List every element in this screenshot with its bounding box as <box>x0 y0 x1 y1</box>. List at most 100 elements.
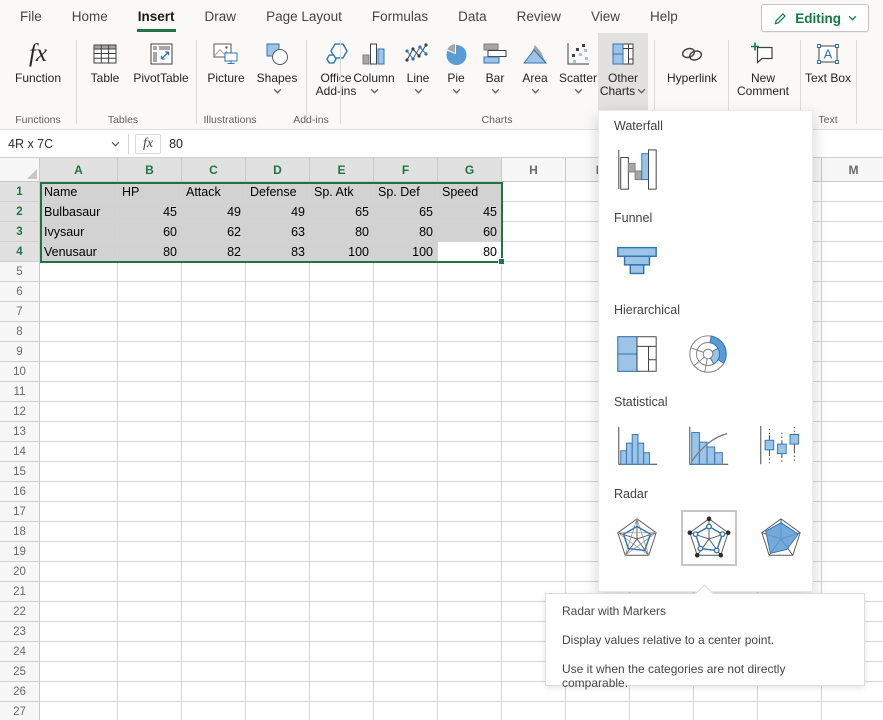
cell-M12[interactable] <box>822 402 883 422</box>
cell-F19[interactable] <box>374 542 438 562</box>
cell-B22[interactable] <box>118 602 182 622</box>
cell-I27[interactable] <box>566 702 630 720</box>
cell-C21[interactable] <box>182 582 246 602</box>
cell-D25[interactable] <box>246 662 310 682</box>
cell-C13[interactable] <box>182 422 246 442</box>
cell-C8[interactable] <box>182 322 246 342</box>
cell-M19[interactable] <box>822 542 883 562</box>
cell-C16[interactable] <box>182 482 246 502</box>
menu-tab-page-layout[interactable]: Page Layout <box>266 0 342 33</box>
sunburst-chart-icon[interactable] <box>684 330 732 378</box>
cell-B9[interactable] <box>118 342 182 362</box>
cell-E9[interactable] <box>310 342 374 362</box>
cell-D20[interactable] <box>246 562 310 582</box>
cell-D8[interactable] <box>246 322 310 342</box>
cell-D13[interactable] <box>246 422 310 442</box>
cell-C27[interactable] <box>182 702 246 720</box>
cell-C24[interactable] <box>182 642 246 662</box>
row-header-9[interactable]: 9 <box>0 342 40 362</box>
menu-tab-data[interactable]: Data <box>458 0 487 33</box>
row-header-17[interactable]: 17 <box>0 502 40 522</box>
cell-D19[interactable] <box>246 542 310 562</box>
cell-D16[interactable] <box>246 482 310 502</box>
cell-G22[interactable] <box>438 602 502 622</box>
cell-E4[interactable]: 100 <box>310 242 374 262</box>
cell-H20[interactable] <box>502 562 566 582</box>
cell-F4[interactable]: 100 <box>374 242 438 262</box>
cell-B26[interactable] <box>118 682 182 702</box>
cell-B25[interactable] <box>118 662 182 682</box>
cell-A20[interactable] <box>40 562 118 582</box>
cell-G13[interactable] <box>438 422 502 442</box>
row-header-10[interactable]: 10 <box>0 362 40 382</box>
cell-C1[interactable]: Attack <box>182 182 246 202</box>
cell-E12[interactable] <box>310 402 374 422</box>
hyperlink-button[interactable]: Hyperlink <box>660 36 724 85</box>
cell-M10[interactable] <box>822 362 883 382</box>
column-header-B[interactable]: B <box>118 158 182 182</box>
filled-radar-chart-icon[interactable] <box>757 514 805 562</box>
cell-A11[interactable] <box>40 382 118 402</box>
menu-tab-file[interactable]: File <box>20 0 42 33</box>
radar-chart-icon[interactable] <box>613 514 661 562</box>
cell-G2[interactable]: 45 <box>438 202 502 222</box>
area-chart-button[interactable]: Area <box>515 36 555 94</box>
cell-E23[interactable] <box>310 622 374 642</box>
cell-G15[interactable] <box>438 462 502 482</box>
cell-H5[interactable] <box>502 262 566 282</box>
cell-A23[interactable] <box>40 622 118 642</box>
row-header-15[interactable]: 15 <box>0 462 40 482</box>
cell-F13[interactable] <box>374 422 438 442</box>
column-chart-button[interactable]: Column <box>350 36 398 94</box>
column-header-E[interactable]: E <box>310 158 374 182</box>
row-header-18[interactable]: 18 <box>0 522 40 542</box>
cell-M1[interactable] <box>822 182 883 202</box>
row-header-13[interactable]: 13 <box>0 422 40 442</box>
cell-D11[interactable] <box>246 382 310 402</box>
row-header-21[interactable]: 21 <box>0 582 40 602</box>
row-header-2[interactable]: 2 <box>0 202 40 222</box>
cell-B8[interactable] <box>118 322 182 342</box>
cell-H1[interactable] <box>502 182 566 202</box>
row-header-5[interactable]: 5 <box>0 262 40 282</box>
cell-E5[interactable] <box>310 262 374 282</box>
cell-E6[interactable] <box>310 282 374 302</box>
cell-D3[interactable]: 63 <box>246 222 310 242</box>
menu-tab-home[interactable]: Home <box>72 0 108 33</box>
cell-H18[interactable] <box>502 522 566 542</box>
cell-M18[interactable] <box>822 522 883 542</box>
column-header-F[interactable]: F <box>374 158 438 182</box>
cell-G9[interactable] <box>438 342 502 362</box>
pivottable-button[interactable]: PivotTable <box>130 36 192 85</box>
cell-C4[interactable]: 82 <box>182 242 246 262</box>
row-header-11[interactable]: 11 <box>0 382 40 402</box>
cell-E17[interactable] <box>310 502 374 522</box>
cell-C17[interactable] <box>182 502 246 522</box>
cell-C12[interactable] <box>182 402 246 422</box>
cell-B17[interactable] <box>118 502 182 522</box>
cell-H3[interactable] <box>502 222 566 242</box>
cell-C25[interactable] <box>182 662 246 682</box>
cell-B2[interactable]: 45 <box>118 202 182 222</box>
cell-F15[interactable] <box>374 462 438 482</box>
row-header-25[interactable]: 25 <box>0 662 40 682</box>
cell-A24[interactable] <box>40 642 118 662</box>
cell-C11[interactable] <box>182 382 246 402</box>
cell-B20[interactable] <box>118 562 182 582</box>
column-header-D[interactable]: D <box>246 158 310 182</box>
cell-A7[interactable] <box>40 302 118 322</box>
cell-H27[interactable] <box>502 702 566 720</box>
cell-B13[interactable] <box>118 422 182 442</box>
row-header-4[interactable]: 4 <box>0 242 40 262</box>
menu-tab-help[interactable]: Help <box>650 0 678 33</box>
cell-M6[interactable] <box>822 282 883 302</box>
cell-M17[interactable] <box>822 502 883 522</box>
cell-B24[interactable] <box>118 642 182 662</box>
cell-F16[interactable] <box>374 482 438 502</box>
cell-E10[interactable] <box>310 362 374 382</box>
cell-E14[interactable] <box>310 442 374 462</box>
name-box[interactable]: 4R x 7C <box>0 131 128 157</box>
cell-B7[interactable] <box>118 302 182 322</box>
cell-B6[interactable] <box>118 282 182 302</box>
cell-A25[interactable] <box>40 662 118 682</box>
